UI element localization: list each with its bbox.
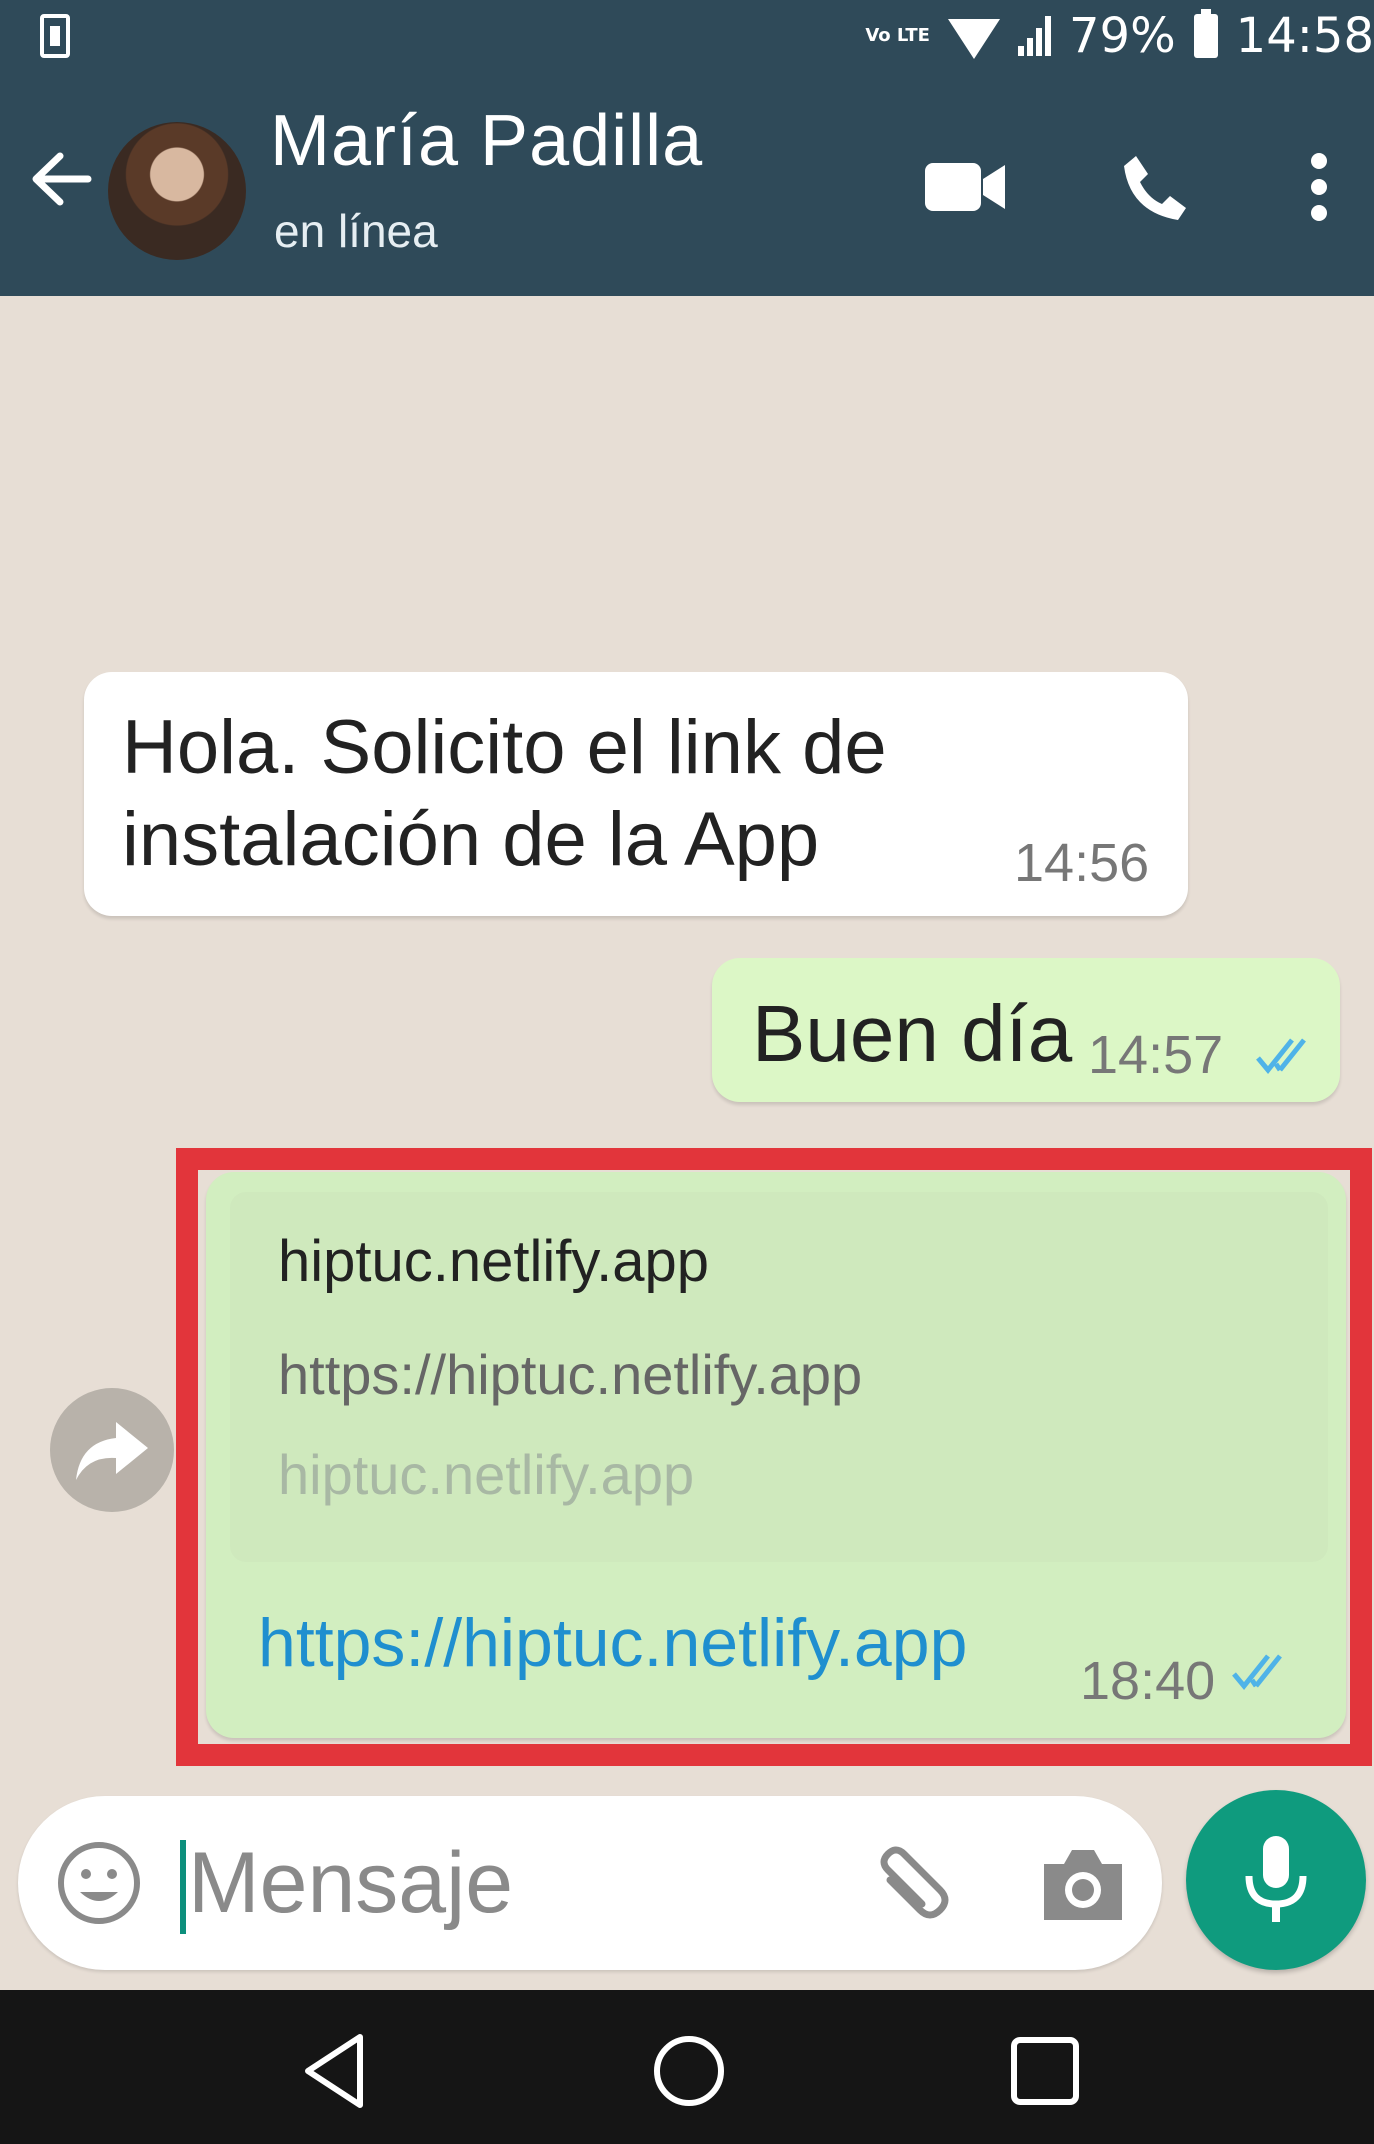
highlight-box <box>176 1148 1372 1766</box>
navigation-bar <box>0 1990 1374 2144</box>
signal-icon <box>1017 16 1051 56</box>
back-arrow-icon[interactable] <box>26 144 96 214</box>
message-input[interactable] <box>188 1828 848 1938</box>
microphone-button[interactable] <box>1186 1790 1366 1970</box>
nav-home-icon[interactable] <box>644 2026 734 2116</box>
video-call-icon[interactable] <box>920 142 1010 232</box>
wifi-icon <box>947 19 1000 59</box>
message-text-line: instalación de la App <box>122 797 820 882</box>
chat-header: María Padilla en línea <box>0 72 1374 296</box>
message-outgoing[interactable]: Buen día 14:57 <box>712 958 1340 1102</box>
nav-back-icon[interactable] <box>288 2026 378 2116</box>
avatar[interactable] <box>108 122 246 260</box>
nav-recents-icon[interactable] <box>1000 2026 1090 2116</box>
battery-icon <box>1193 9 1218 58</box>
contact-name[interactable]: María Padilla <box>270 100 703 182</box>
message-text-line: Hola. Solicito el link de <box>122 705 887 790</box>
status-bar: Vo LTE 79% 14:58 <box>0 0 1374 72</box>
battery-percent: 79% <box>1068 8 1176 64</box>
camera-icon[interactable] <box>1038 1842 1128 1928</box>
clock: 14:58 <box>1235 8 1374 64</box>
message-text: Buen día <box>752 989 1073 1078</box>
emoji-icon[interactable] <box>56 1840 142 1926</box>
contact-status: en línea <box>274 205 438 257</box>
forward-button[interactable] <box>50 1388 174 1512</box>
message-incoming[interactable]: Hola. Solicito el link de instalación de… <box>84 672 1188 916</box>
phone-call-icon[interactable] <box>1110 142 1200 232</box>
read-receipt-icon <box>1256 1038 1306 1074</box>
sim-icon <box>40 14 70 58</box>
more-options-icon[interactable] <box>1274 142 1364 232</box>
message-composer <box>18 1796 1162 1970</box>
message-time: 14:56 <box>1014 833 1150 893</box>
text-cursor <box>180 1840 186 1934</box>
message-time: 14:57 <box>1088 1025 1224 1085</box>
microphone-icon <box>1245 1836 1307 1922</box>
paperclip-icon[interactable] <box>868 1840 958 1930</box>
forward-icon <box>76 1422 148 1480</box>
volte-indicator: Vo LTE <box>865 25 930 46</box>
